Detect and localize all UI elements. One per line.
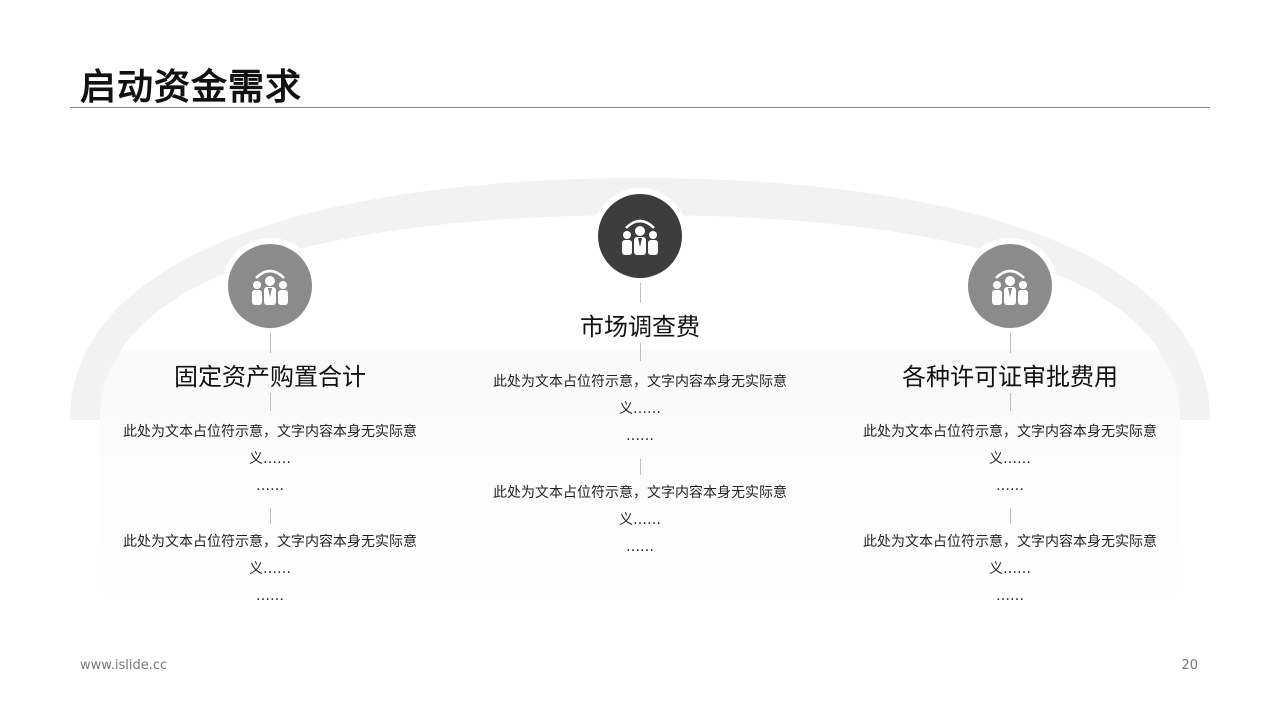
connector-line [640, 283, 641, 303]
connector-line [270, 333, 271, 353]
placeholder-text: 此处为文本占位符示意，文字内容本身无实际意义…… [123, 534, 417, 577]
item-heading: 固定资产购置合计 [174, 363, 366, 391]
connector-line [1010, 333, 1011, 353]
item-heading: 各种许可证审批费用 [902, 363, 1118, 391]
connector-line [270, 393, 271, 411]
connector-line [270, 508, 271, 524]
footer-url: www.islide.cc [80, 658, 168, 673]
ellipsis-text: …… [626, 428, 654, 444]
connector-line [1010, 508, 1011, 524]
item-heading: 市场调查费 [580, 313, 700, 341]
team-icon [968, 244, 1052, 328]
connector-line [640, 343, 641, 361]
connector-line [1010, 393, 1011, 411]
ellipsis-text: …… [996, 588, 1024, 604]
placeholder-text: 此处为文本占位符示意，文字内容本身无实际意义…… [493, 485, 787, 528]
placeholder-text: 此处为文本占位符示意，文字内容本身无实际意义…… [863, 534, 1157, 577]
placeholder-text: 此处为文本占位符示意，文字内容本身无实际意义…… [493, 374, 787, 417]
team-icon [598, 194, 682, 278]
placeholder-text: 此处为文本占位符示意，文字内容本身无实际意义…… [863, 424, 1157, 467]
ellipsis-text: …… [256, 588, 284, 604]
ellipsis-text: …… [626, 539, 654, 555]
connector-line [640, 459, 641, 475]
ellipsis-text: …… [996, 478, 1024, 494]
ellipsis-text: …… [256, 478, 284, 494]
placeholder-text: 此处为文本占位符示意，文字内容本身无实际意义…… [123, 424, 417, 467]
team-icon [228, 244, 312, 328]
page-number: 20 [1181, 658, 1198, 673]
